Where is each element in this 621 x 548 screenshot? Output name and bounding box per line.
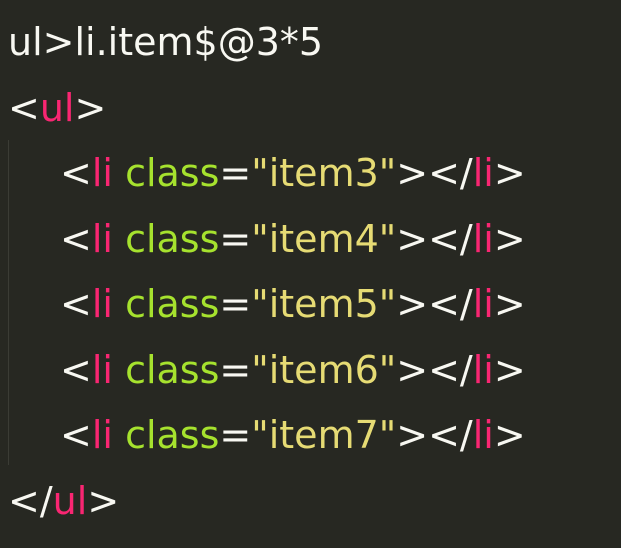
li-tag: li	[91, 282, 113, 326]
class-value: "item3"	[251, 151, 397, 195]
tag-separator: ></	[396, 347, 473, 392]
close-bracket: >	[493, 347, 526, 392]
open-bracket: <	[60, 413, 92, 457]
equals-sign: =	[219, 347, 252, 392]
class-value: "item7"	[251, 413, 397, 457]
ul-tag: ul	[39, 85, 75, 130]
tag-separator: ></	[396, 151, 473, 195]
class-value: "item4"	[251, 216, 397, 261]
tag-separator: ></	[396, 216, 473, 261]
close-bracket: >	[493, 216, 526, 261]
close-bracket: >	[493, 151, 526, 195]
ul-close-line[interactable]: </ul>	[0, 469, 621, 535]
close-bracket: >	[74, 85, 107, 130]
li-line[interactable]: <li class="item6"></li>	[0, 338, 621, 404]
open-bracket: <	[60, 347, 92, 392]
li-close-tag: li	[472, 216, 494, 261]
equals-sign: =	[219, 151, 252, 195]
li-close-tag: li	[472, 151, 494, 195]
open-bracket: <	[60, 216, 92, 261]
li-line[interactable]: <li class="item7"></li>	[0, 403, 621, 469]
ul-close-tag: ul	[52, 478, 88, 523]
li-tag: li	[91, 216, 113, 261]
class-attribute: class	[125, 151, 220, 195]
close-bracket: >	[87, 478, 120, 523]
equals-sign: =	[219, 282, 252, 326]
close-open-bracket: </	[8, 478, 53, 523]
close-bracket: >	[493, 282, 526, 326]
emmet-abbreviation-line[interactable]: ul>li.item$@3*5	[0, 10, 621, 76]
li-tag: li	[91, 151, 113, 195]
li-line[interactable]: <li class="item5"></li>	[0, 272, 621, 338]
ul-open-line[interactable]: <ul>	[0, 76, 621, 142]
class-attribute: class	[125, 216, 220, 261]
open-bracket: <	[60, 282, 92, 326]
emmet-abbreviation: ul>li.item$@3*5	[8, 20, 324, 64]
class-attribute: class	[125, 413, 220, 457]
li-close-tag: li	[472, 413, 494, 457]
class-attribute: class	[125, 347, 220, 392]
li-close-tag: li	[472, 347, 494, 392]
class-value: "item6"	[251, 347, 397, 392]
class-attribute: class	[125, 282, 220, 326]
close-bracket: >	[493, 413, 526, 457]
li-tag: li	[91, 413, 113, 457]
li-close-tag: li	[472, 282, 494, 326]
class-value: "item5"	[251, 282, 397, 326]
equals-sign: =	[219, 216, 252, 261]
li-tag: li	[91, 347, 113, 392]
tag-separator: ></	[396, 282, 473, 326]
code-editor[interactable]: ul>li.item$@3*5 <ul> <li class="item3"><…	[0, 0, 621, 548]
equals-sign: =	[219, 413, 252, 457]
open-bracket: <	[8, 85, 40, 130]
tag-separator: ></	[396, 413, 473, 457]
li-line[interactable]: <li class="item3"></li>	[0, 141, 621, 207]
li-line[interactable]: <li class="item4"></li>	[0, 207, 621, 273]
open-bracket: <	[60, 151, 92, 195]
